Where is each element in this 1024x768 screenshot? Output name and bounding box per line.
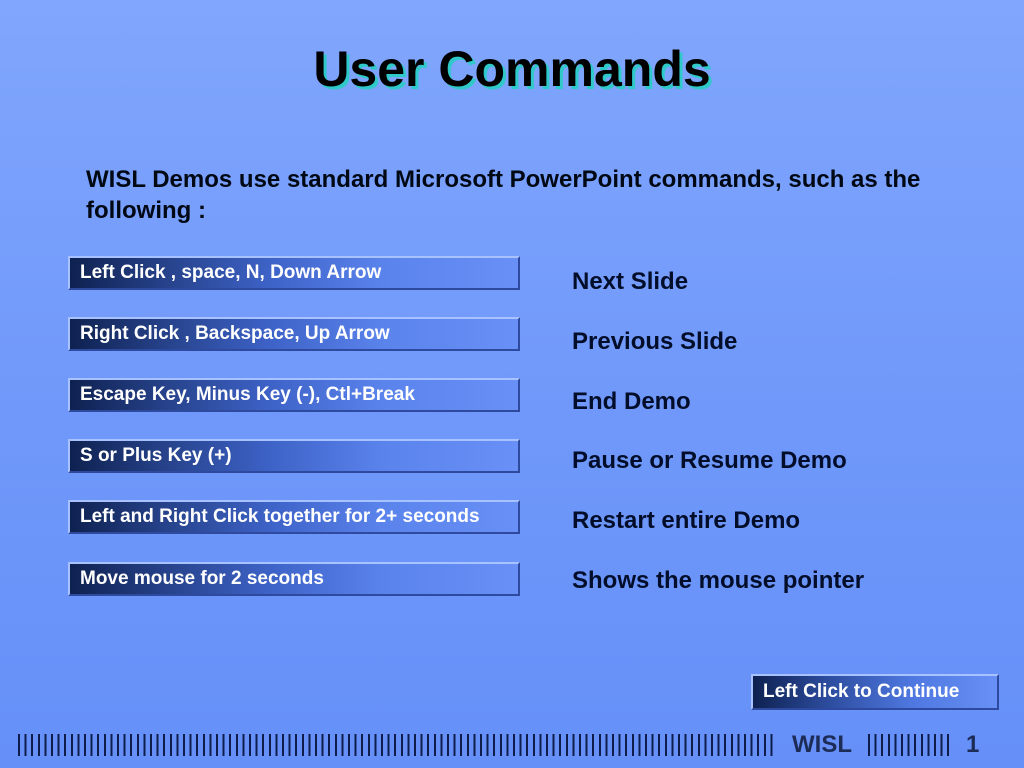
command-keys-pause: S or Plus Key (+) — [68, 439, 520, 473]
footer: WISL 1 — [18, 728, 979, 762]
command-keys-restart: Left and Right Click together for 2+ sec… — [68, 500, 520, 534]
command-keys-end: Escape Key, Minus Key (-), Ctl+Break — [68, 378, 520, 412]
slide-title: User Commands — [313, 41, 711, 97]
intro-text: WISL Demos use standard Microsoft PowerP… — [86, 166, 921, 224]
command-action-restart: Restart entire Demo — [572, 507, 801, 534]
page-number: 1 — [966, 731, 980, 758]
command-action-mouse: Shows the mouse pointer — [572, 567, 865, 594]
command-action-previous: Previous Slide — [572, 328, 738, 355]
command-keys-previous: Right Click , Backspace, Up Arrow — [68, 317, 520, 351]
footer-tick-bar-right — [868, 734, 952, 756]
continue-button[interactable]: Left Click to Continue — [751, 674, 999, 710]
command-action-pause: Pause or Resume Demo — [572, 447, 847, 474]
footer-tick-bar-left — [18, 734, 776, 756]
command-action-end: End Demo — [572, 388, 691, 415]
footer-brand: WISL — [792, 731, 852, 758]
command-action-next: Next Slide — [572, 268, 689, 295]
command-keys-mouse: Move mouse for 2 seconds — [68, 562, 520, 596]
command-keys-next: Left Click , space, N, Down Arrow — [68, 256, 520, 290]
